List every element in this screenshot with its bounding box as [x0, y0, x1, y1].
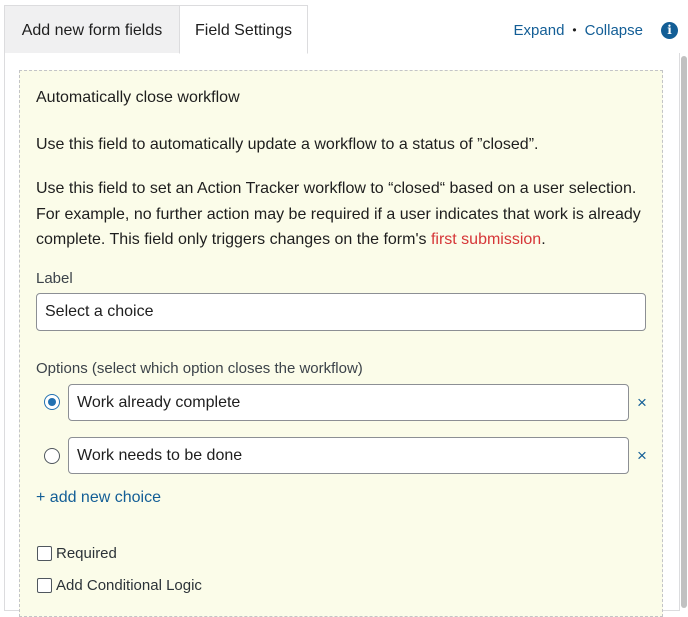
required-checkbox[interactable] — [37, 546, 52, 561]
conditional-logic-label[interactable]: Add Conditional Logic — [56, 577, 202, 594]
choice-2-radio[interactable] — [44, 448, 60, 464]
choice-1-radio[interactable] — [44, 394, 60, 410]
tab-add-new-form-fields[interactable]: Add new form fields — [4, 5, 179, 54]
options-label: Options (select which option closes the … — [36, 360, 363, 377]
form-editor: Add new form fields Field Settings Expan… — [0, 0, 688, 617]
choice-2-input[interactable] — [68, 437, 629, 474]
first-submission-link[interactable]: first submission — [431, 231, 541, 248]
help-text-end: . — [541, 231, 546, 248]
remove-choice-2-button[interactable]: × — [636, 446, 648, 466]
collapse-link[interactable]: Collapse — [585, 22, 643, 39]
required-label[interactable]: Required — [56, 545, 117, 562]
field-description: Use this field to automatically update a… — [36, 136, 539, 153]
field-title: Automatically close workflow — [36, 89, 240, 106]
help-text-body: Use this field to set an Action Tracker … — [36, 180, 641, 248]
remove-choice-1-button[interactable]: × — [636, 393, 648, 413]
expand-link[interactable]: Expand — [514, 22, 565, 39]
expand-collapse-links: Expand • Collapse i — [514, 20, 678, 40]
conditional-logic-checkbox[interactable] — [37, 578, 52, 593]
choice-1-input[interactable] — [68, 384, 629, 421]
info-icon[interactable]: i — [661, 21, 678, 39]
field-help-text: Use this field to set an Action Tracker … — [36, 176, 652, 253]
link-separator: • — [572, 23, 577, 37]
add-new-choice-link[interactable]: + add new choice — [36, 489, 161, 507]
label-input[interactable] — [36, 293, 646, 331]
scrollbar[interactable] — [681, 56, 687, 608]
label-field-label: Label — [36, 270, 73, 287]
tab-field-settings[interactable]: Field Settings — [179, 5, 308, 54]
